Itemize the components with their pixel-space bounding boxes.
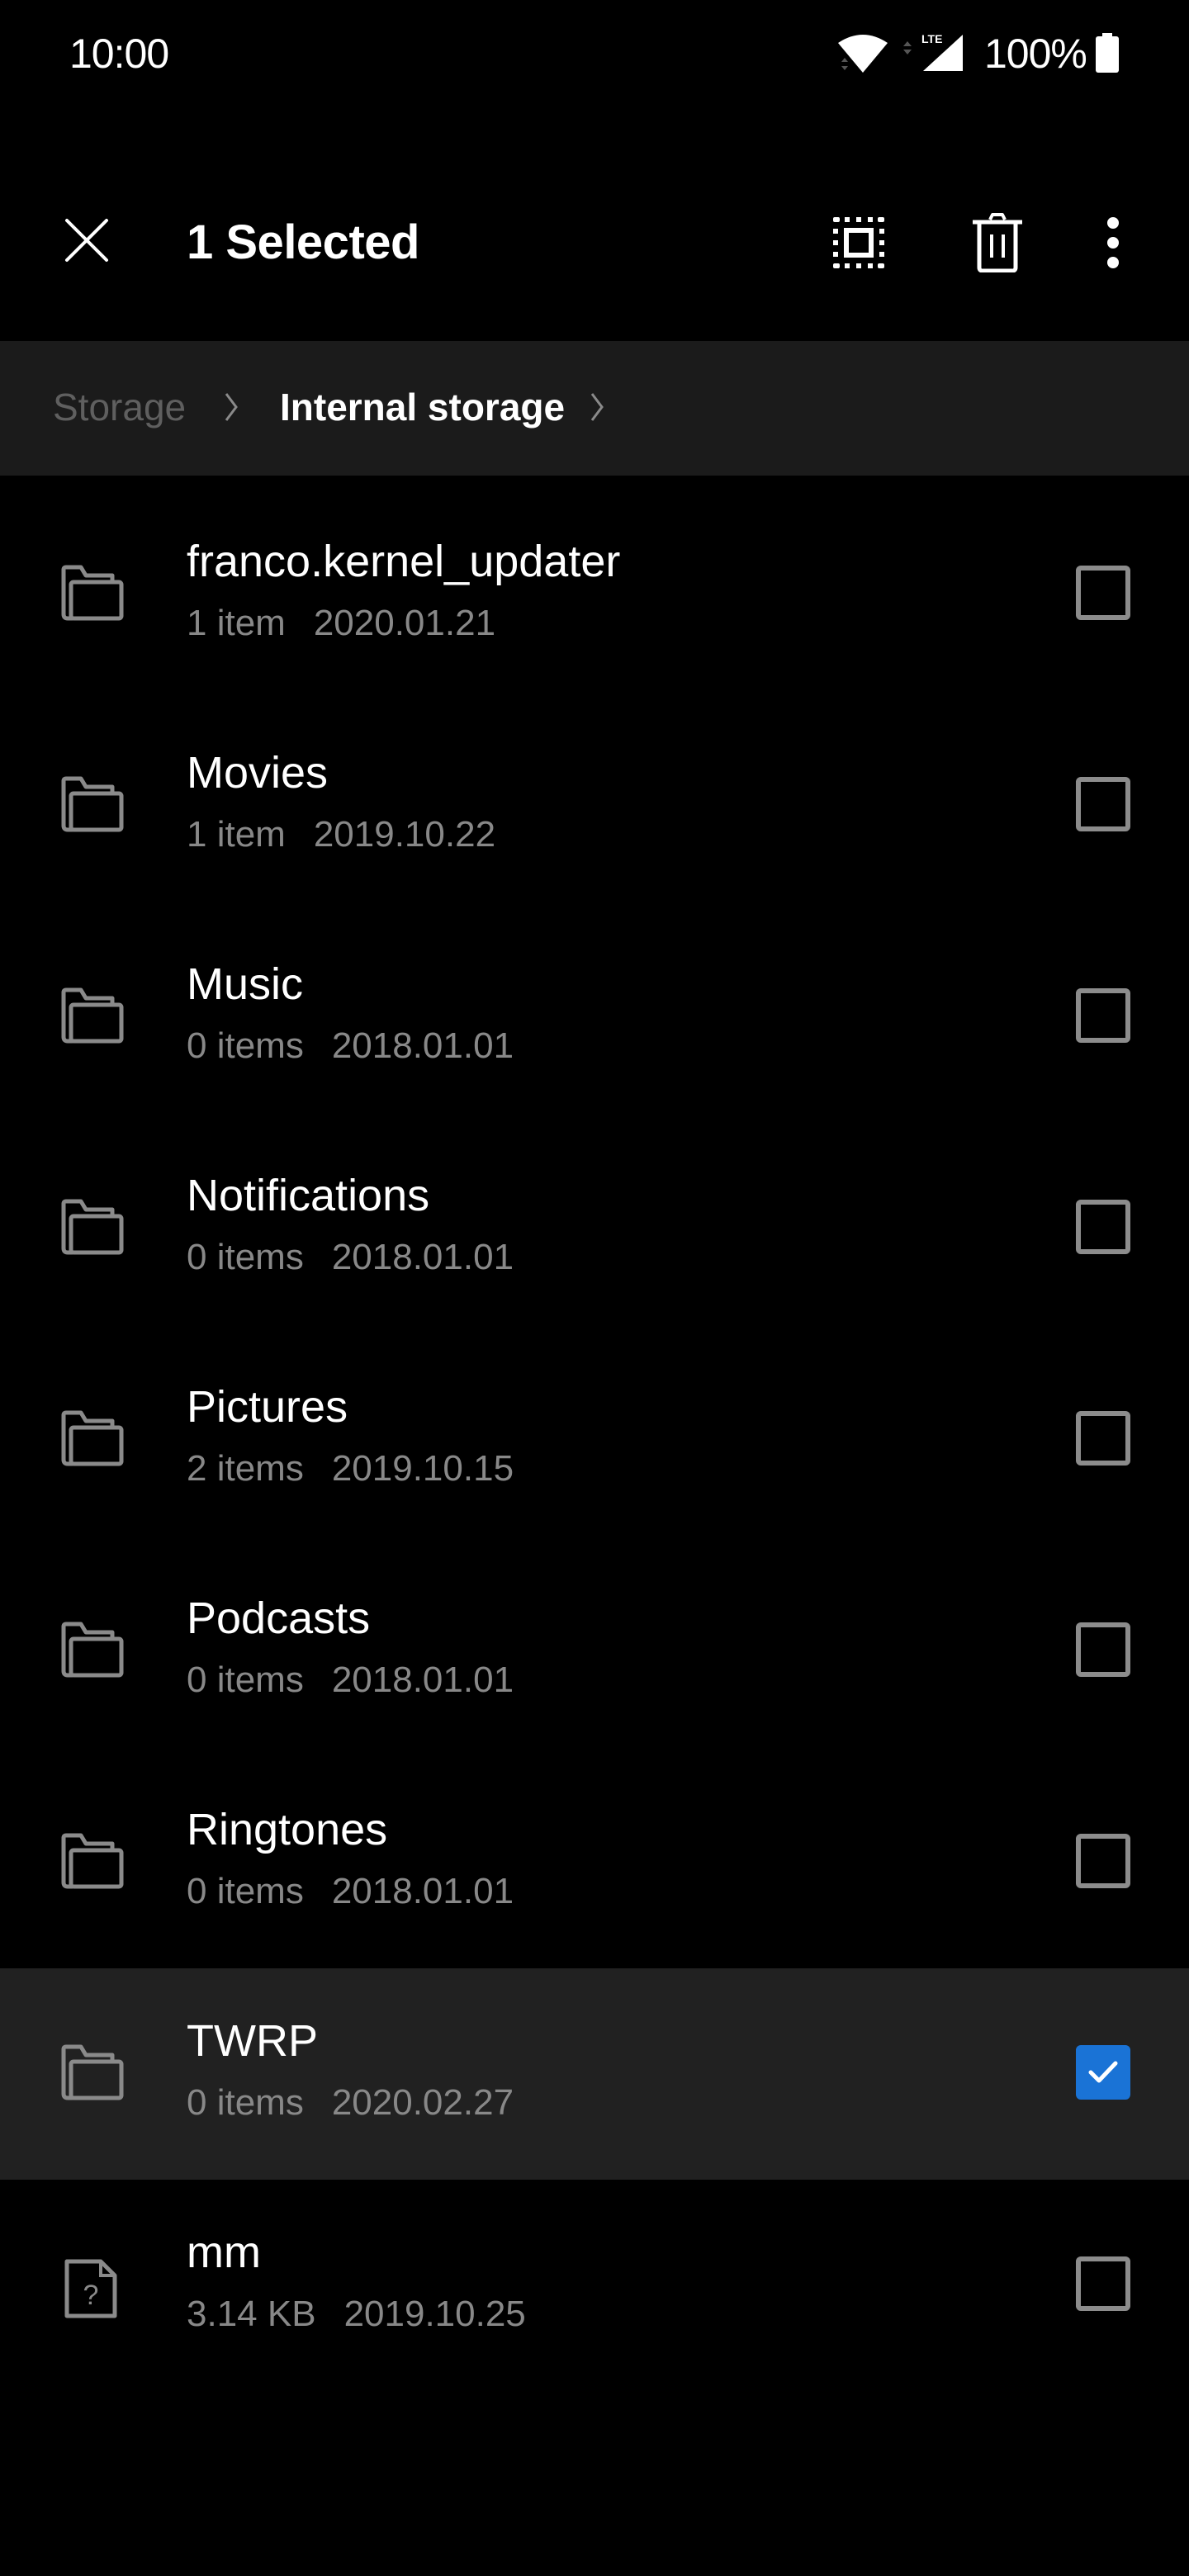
file-item-count: 0 items — [187, 1237, 304, 1277]
unknown-file-icon: ? — [64, 2259, 117, 2318]
select-checkbox[interactable] — [1076, 566, 1130, 620]
file-list-item[interactable]: Pictures 2 items 2019.10.15 — [0, 1334, 1189, 1546]
file-name: franco.kernel_updater — [187, 537, 621, 586]
folder-icon — [61, 776, 124, 832]
battery-percent: 100% — [984, 31, 1087, 77]
file-item-count: 0 items — [187, 1871, 304, 1911]
checkmark-icon — [1088, 2061, 1118, 2083]
file-date: 2018.01.01 — [331, 1237, 514, 1277]
file-list-item[interactable]: Movies 1 item 2019.10.22 — [0, 700, 1189, 912]
battery-icon — [1096, 33, 1119, 73]
folder-icon — [61, 987, 124, 1044]
select-all-icon — [833, 217, 884, 268]
folder-icon — [61, 565, 124, 621]
folder-icon — [61, 1410, 124, 1466]
breadcrumb: Storage Internal storage — [0, 341, 1189, 476]
file-date: 2019.10.15 — [331, 1448, 514, 1489]
select-all-button[interactable] — [819, 203, 898, 282]
file-list-item[interactable]: franco.kernel_updater 1 item 2020.01.21 — [0, 489, 1189, 700]
file-date: 2018.01.01 — [331, 1025, 514, 1066]
folder-icon — [61, 1622, 124, 1678]
trash-icon — [973, 213, 1022, 272]
file-list-item[interactable]: Notifications 0 items 2018.01.01 — [0, 1123, 1189, 1334]
file-manager-screen: 10:00 LTE 100% 1 Selected Storage Intern… — [0, 0, 1189, 2576]
select-checkbox[interactable] — [1076, 988, 1130, 1043]
wifi-icon — [838, 35, 888, 73]
delete-button[interactable] — [958, 203, 1037, 282]
breadcrumb-storage[interactable]: Storage — [53, 384, 186, 430]
file-item-count: 0 items — [187, 1660, 304, 1700]
selection-count-title: 1 Selected — [187, 215, 419, 269]
breadcrumb-internal-storage[interactable]: Internal storage — [280, 384, 565, 430]
file-list-item[interactable]: Music 0 items 2018.01.01 — [0, 912, 1189, 1123]
file-item-count: 1 item — [187, 814, 286, 855]
folder-icon — [61, 2044, 124, 2100]
select-checkbox[interactable] — [1076, 1200, 1130, 1254]
chevron-right-icon — [590, 393, 604, 421]
file-item-count: 0 items — [187, 1025, 304, 1066]
close-icon — [65, 219, 108, 262]
select-checkbox[interactable] — [1076, 777, 1130, 831]
file-item-count: 2 items — [187, 1448, 304, 1489]
file-date: 2018.01.01 — [331, 1871, 514, 1911]
network-type-label: LTE — [921, 32, 942, 45]
file-name: mm — [187, 2228, 261, 2277]
status-bar: 10:00 LTE 100% — [0, 0, 1189, 107]
select-checkbox[interactable] — [1076, 1622, 1130, 1677]
file-date: 2018.01.01 — [331, 1660, 514, 1700]
file-meta: 0 items 2018.01.01 — [187, 1235, 514, 1280]
file-date: 2019.10.22 — [313, 814, 496, 855]
file-meta: 0 items 2018.01.01 — [187, 1869, 514, 1914]
select-checkbox[interactable] — [1076, 2256, 1130, 2311]
file-meta: 3.14 KB 2019.10.25 — [187, 2292, 526, 2337]
select-checkbox[interactable] — [1076, 1411, 1130, 1466]
file-list-item[interactable]: Ringtones 0 items 2018.01.01 — [0, 1757, 1189, 1968]
file-list-item[interactable]: Podcasts 0 items 2018.01.01 — [0, 1546, 1189, 1757]
svg-text:?: ? — [83, 2280, 99, 2311]
select-checkbox[interactable] — [1076, 1834, 1130, 1888]
status-time: 10:00 — [69, 31, 169, 77]
more-options-button[interactable] — [1073, 203, 1153, 282]
file-meta: 0 items 2018.01.01 — [187, 1658, 514, 1702]
folder-icon — [61, 1833, 124, 1889]
file-name: Ringtones — [187, 1805, 388, 1854]
select-checkbox[interactable] — [1076, 2045, 1130, 2100]
file-meta: 2 items 2019.10.15 — [187, 1447, 514, 1491]
file-meta: 1 item 2020.01.21 — [187, 601, 495, 646]
chevron-right-icon — [225, 393, 238, 421]
file-meta: 0 items 2020.02.27 — [187, 2081, 514, 2125]
file-date: 2020.02.27 — [331, 2082, 514, 2123]
file-item-count: 3.14 KB — [187, 2294, 316, 2334]
file-date: 2019.10.25 — [343, 2294, 526, 2334]
folder-icon — [61, 1199, 124, 1255]
signal-icon: LTE — [903, 32, 963, 71]
file-name: Movies — [187, 748, 329, 798]
file-name: Notifications — [187, 1171, 430, 1220]
file-name: TWRP — [187, 2016, 318, 2066]
file-list-item[interactable]: ? mm 3.14 KB 2019.10.25 — [0, 2180, 1189, 2391]
file-item-count: 0 items — [187, 2082, 304, 2123]
file-item-count: 1 item — [187, 603, 286, 643]
file-name: Pictures — [187, 1382, 348, 1432]
file-meta: 1 item 2019.10.22 — [187, 812, 495, 857]
file-name: Music — [187, 959, 304, 1009]
file-list-item[interactable]: TWRP 0 items 2020.02.27 — [0, 1968, 1189, 2180]
file-date: 2020.01.21 — [313, 603, 496, 643]
file-list: franco.kernel_updater 1 item 2020.01.21 Mo… — [0, 489, 1189, 2391]
close-selection-button[interactable] — [50, 203, 124, 277]
file-name: Podcasts — [187, 1593, 371, 1643]
selection-action-bar: 1 Selected — [0, 173, 1189, 314]
file-meta: 0 items 2018.01.01 — [187, 1024, 514, 1068]
more-vert-icon — [1107, 217, 1119, 268]
